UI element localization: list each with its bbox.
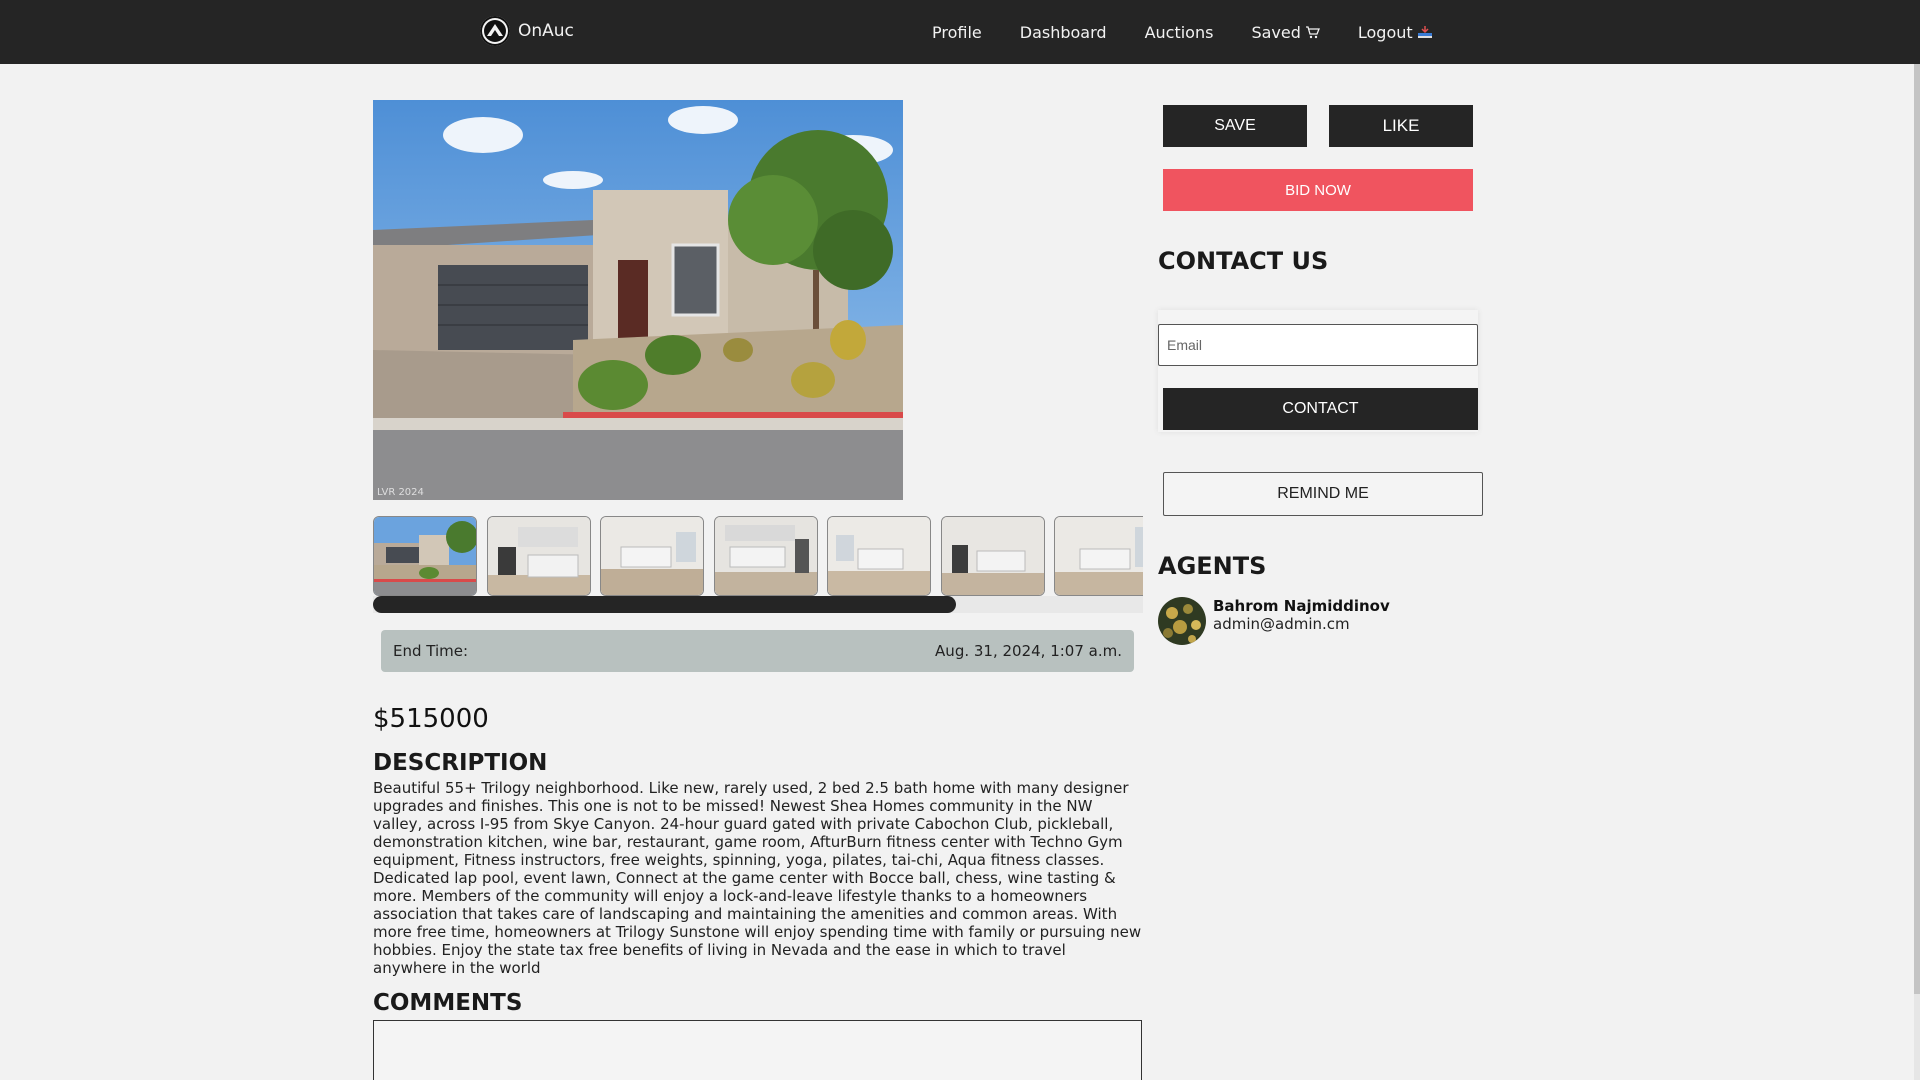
email-field[interactable] <box>1158 324 1478 366</box>
nav-auctions[interactable]: Auctions <box>1145 23 1214 42</box>
like-button[interactable]: LIKE <box>1329 105 1473 147</box>
page-scrollbar-thumb[interactable] <box>1914 64 1920 994</box>
contact-heading: CONTACT US <box>1158 247 1329 275</box>
end-time-bar: End Time: Aug. 31, 2024, 1:07 a.m. <box>381 630 1134 672</box>
comments-heading: COMMENTS <box>373 990 523 1016</box>
thumbnail-scrollbar-thumb[interactable] <box>373 596 956 613</box>
nav-logout[interactable]: Logout <box>1358 23 1433 42</box>
brand[interactable]: OnAuc <box>480 16 574 46</box>
nav-profile[interactable]: Profile <box>932 23 982 42</box>
thumbnail[interactable] <box>600 516 704 596</box>
agent-info: Bahrom Najmiddinov admin@admin.cm <box>1213 597 1390 633</box>
end-time-label: End Time: <box>393 642 469 660</box>
agents-heading: AGENTS <box>1158 552 1267 580</box>
thumbnail[interactable] <box>827 516 931 596</box>
thumbnail[interactable] <box>940 516 1045 596</box>
main-property-photo[interactable]: LVR 2024 <box>373 100 903 500</box>
cart-icon <box>1305 25 1320 39</box>
nav-links: Profile Dashboard Auctions Saved Logout <box>932 0 1471 64</box>
bid-now-button[interactable]: BID NOW <box>1163 169 1473 211</box>
description-text: Beautiful 55+ Trilogy neighborhood. Like… <box>373 779 1142 977</box>
save-button[interactable]: SAVE <box>1163 105 1307 147</box>
thumbnail[interactable] <box>1054 516 1143 596</box>
end-time-value: Aug. 31, 2024, 1:07 a.m. <box>935 642 1122 660</box>
contact-button[interactable]: CONTACT <box>1163 388 1478 430</box>
photo-watermark: LVR 2024 <box>377 487 424 498</box>
comment-input[interactable] <box>373 1020 1142 1080</box>
agent-email: admin@admin.cm <box>1213 615 1350 633</box>
agent-card[interactable]: Bahrom Najmiddinov admin@admin.cm <box>1158 597 1390 645</box>
logout-icon <box>1417 25 1433 39</box>
nav-dashboard[interactable]: Dashboard <box>1020 23 1107 42</box>
brand-name: OnAuc <box>518 21 574 41</box>
top-navbar: OnAuc Profile Dashboard Auctions Saved L… <box>0 0 1920 64</box>
brand-logo-icon <box>480 16 510 46</box>
thumbnail-strip <box>373 516 1143 596</box>
remind-me-button[interactable]: REMIND ME <box>1163 472 1483 516</box>
listing-price: $515000 <box>373 704 489 734</box>
nav-saved[interactable]: Saved <box>1251 22 1320 42</box>
thumbnail[interactable] <box>373 516 477 596</box>
page-scrollbar[interactable] <box>1914 64 1920 1080</box>
description-heading: DESCRIPTION <box>373 750 548 776</box>
agent-name: Bahrom Najmiddinov <box>1213 597 1390 615</box>
nav-saved-label: Saved <box>1251 22 1301 42</box>
thumbnail[interactable] <box>713 516 818 596</box>
avatar <box>1158 597 1206 645</box>
nav-logout-label: Logout <box>1357 22 1413 42</box>
thumbnail[interactable] <box>486 516 591 596</box>
thumbnail-scrollbar[interactable] <box>373 596 1143 613</box>
